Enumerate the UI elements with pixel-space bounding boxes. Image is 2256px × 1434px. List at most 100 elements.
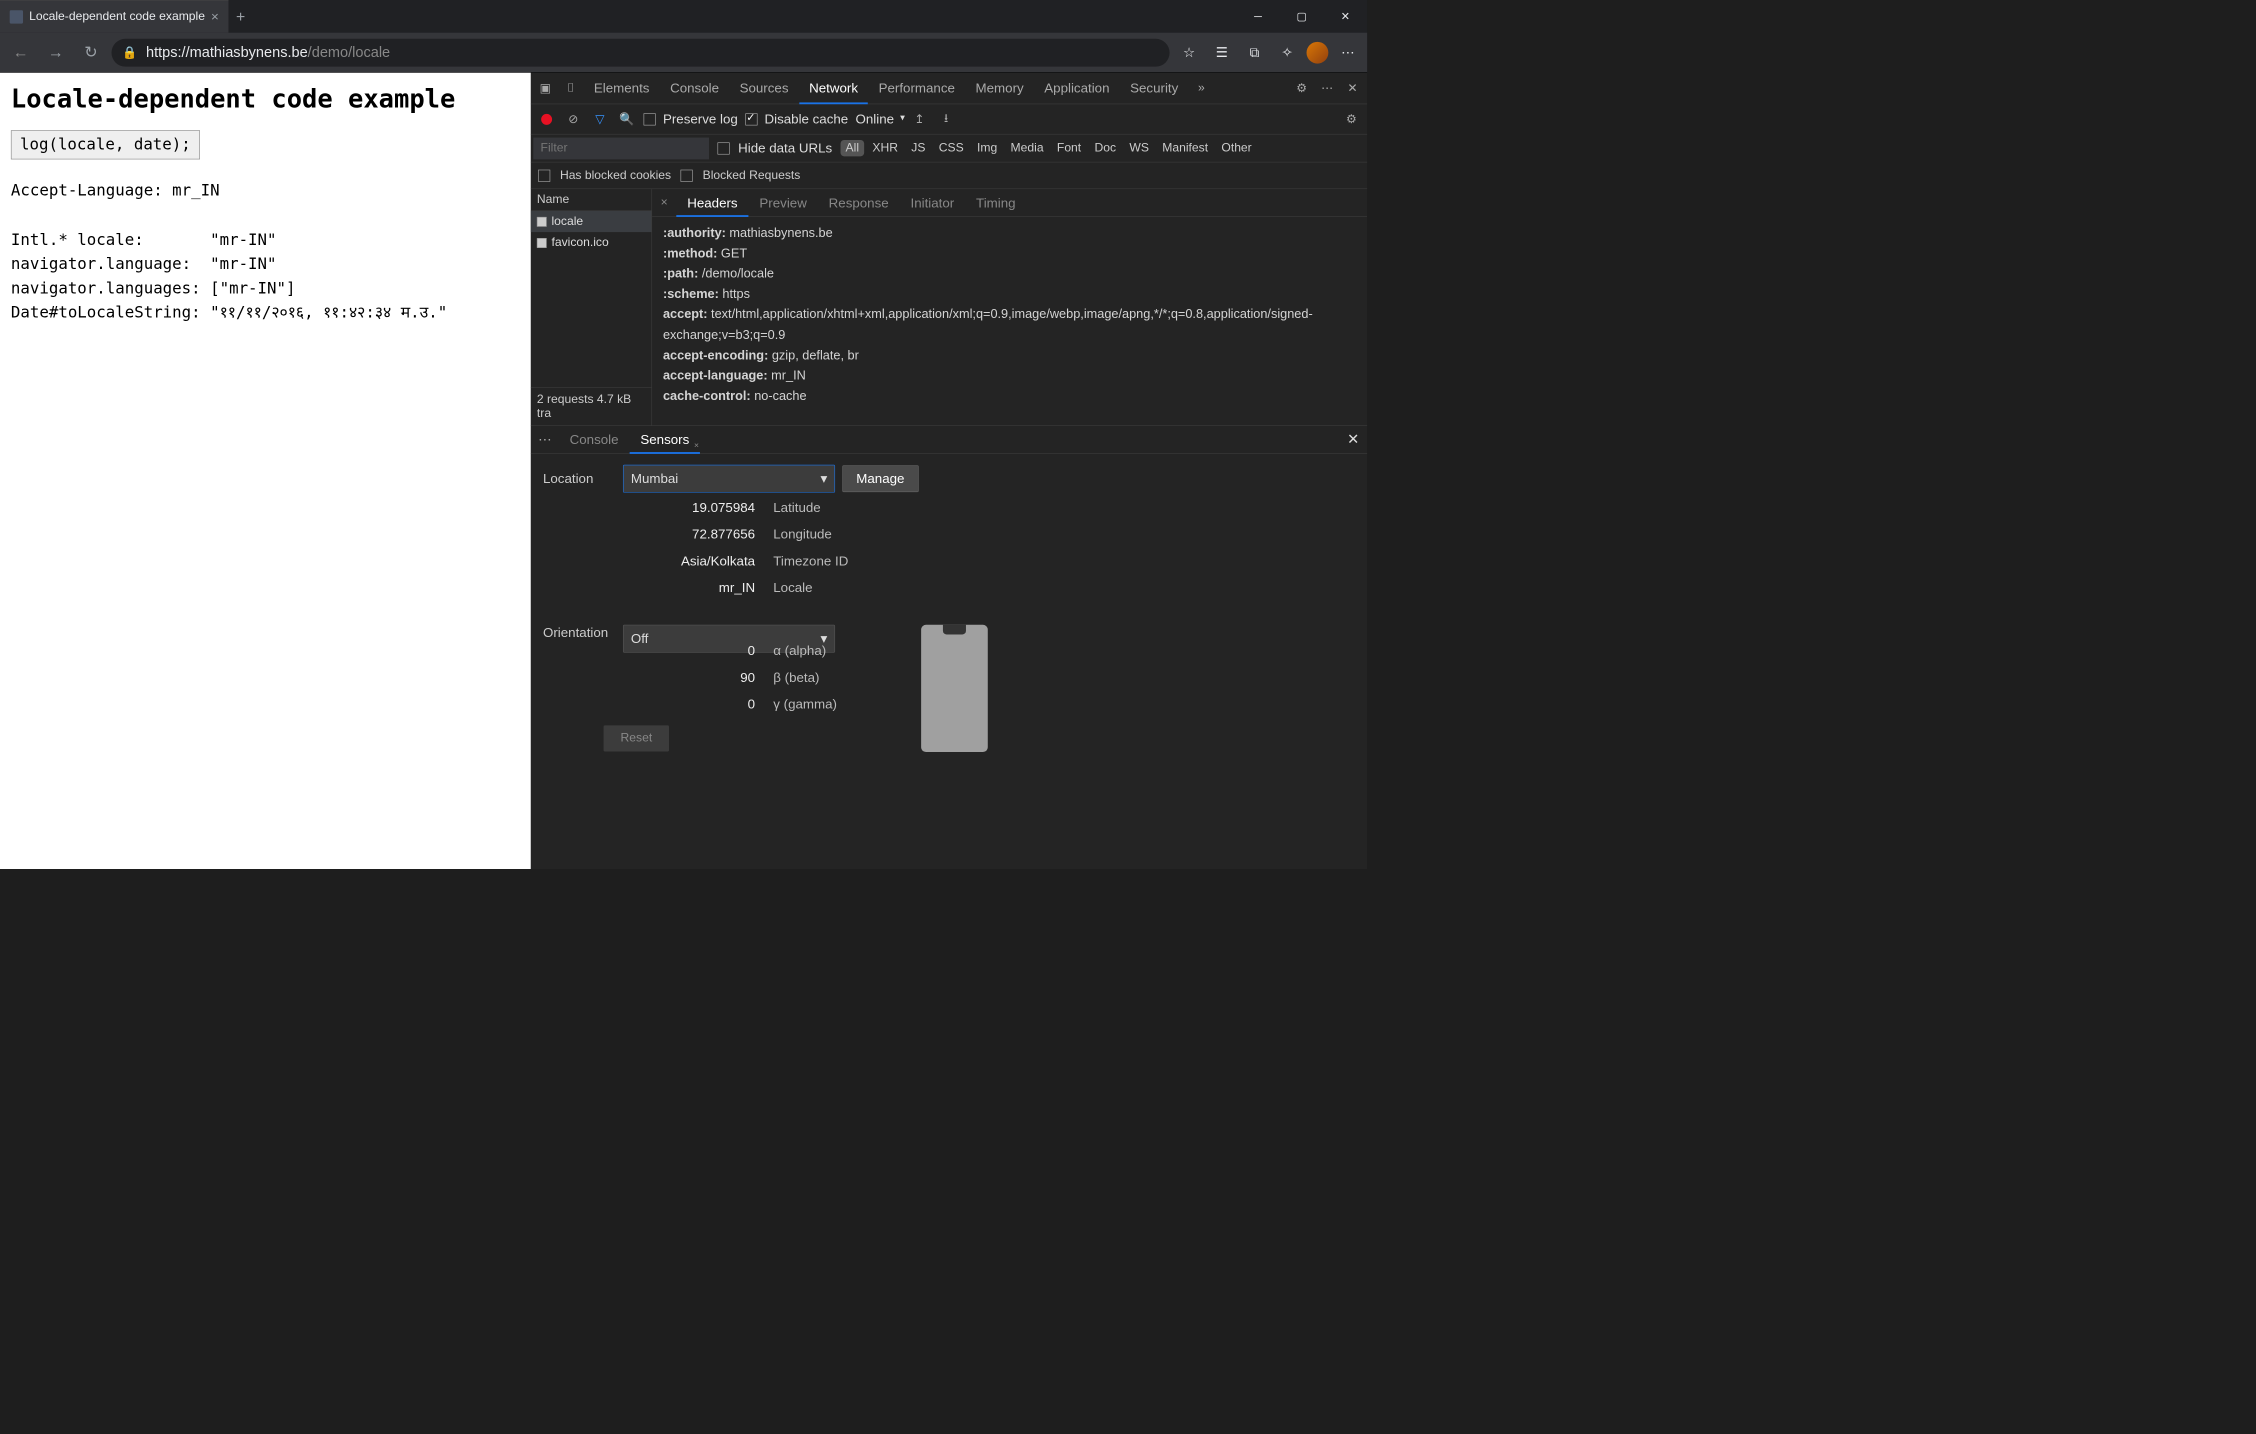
drawer: ⋯ ConsoleSensors× ✕ Location Mumbai▾ Man…	[531, 425, 1367, 869]
detail-tab-initiator[interactable]: Initiator	[900, 189, 966, 217]
favicon-icon	[10, 10, 23, 23]
avatar[interactable]	[1307, 42, 1329, 64]
close-detail-icon[interactable]: ×	[652, 196, 676, 210]
disable-cache-label: Disable cache	[764, 111, 848, 127]
disable-cache-checkbox[interactable]	[745, 113, 757, 125]
close-tab-icon[interactable]: ×	[211, 9, 219, 25]
type-filter-font[interactable]: Font	[1052, 140, 1086, 156]
request-item[interactable]: locale	[531, 211, 652, 232]
download-icon[interactable]: ⭳	[936, 109, 955, 128]
more-tabs-icon[interactable]: »	[1189, 76, 1213, 100]
orient-label: α (alpha)	[773, 643, 858, 659]
menu-icon[interactable]: ⋯	[1334, 39, 1361, 66]
filter-input[interactable]	[533, 137, 709, 159]
type-filter-css[interactable]: CSS	[934, 140, 969, 156]
type-filter-media[interactable]: Media	[1006, 140, 1049, 156]
devtools-tab-network[interactable]: Network	[799, 72, 867, 104]
browser-tab[interactable]: Locale-dependent code example ×	[0, 0, 229, 33]
new-tab-button[interactable]: +	[229, 7, 253, 26]
type-filter-ws[interactable]: WS	[1125, 140, 1154, 156]
filter-icon[interactable]: ▽	[590, 109, 609, 128]
titlebar: Locale-dependent code example × + ─ ▢ ✕	[0, 0, 1367, 33]
sensor-value: 72.877656	[652, 527, 773, 543]
type-filter-manifest[interactable]: Manifest	[1157, 140, 1213, 156]
clear-icon[interactable]: ⊘	[564, 109, 583, 128]
blocked-requests-checkbox[interactable]	[681, 169, 693, 181]
orientation-label: Orientation	[543, 625, 616, 641]
throttling-select[interactable]: Online	[855, 111, 902, 127]
blocked-cookies-label: Has blocked cookies	[560, 168, 671, 182]
device-icon[interactable]: ⌷	[559, 76, 583, 100]
detail-tab-headers[interactable]: Headers	[676, 189, 748, 217]
devtools-tab-console[interactable]: Console	[660, 72, 728, 104]
devtools-tab-memory[interactable]: Memory	[966, 72, 1034, 104]
url-field[interactable]: 🔒 https://mathiasbynens.be/demo/locale	[112, 38, 1170, 66]
address-bar: ← → ↻ 🔒 https://mathiasbynens.be/demo/lo…	[0, 33, 1367, 73]
type-filter-other[interactable]: Other	[1217, 140, 1257, 156]
record-icon[interactable]	[537, 109, 556, 128]
filter-bar: Hide data URLs AllXHRJSCSSImgMediaFontDo…	[531, 135, 1367, 163]
search-icon[interactable]: 🔍	[617, 109, 636, 128]
devtools-tab-elements[interactable]: Elements	[584, 72, 659, 104]
sensor-label: Latitude	[773, 500, 894, 516]
preserve-log-label: Preserve log	[663, 111, 738, 127]
headers-body: :authority: mathiasbynens.be:method: GET…	[652, 217, 1367, 425]
lock-icon: 🔒	[122, 45, 137, 60]
sensor-value: Asia/Kolkata	[652, 553, 773, 569]
collections-icon[interactable]: ⧉	[1241, 39, 1268, 66]
sensor-label: Timezone ID	[773, 553, 894, 569]
location-select[interactable]: Mumbai▾	[623, 465, 835, 493]
maximize-icon[interactable]: ▢	[1280, 0, 1324, 33]
location-label: Location	[543, 471, 616, 487]
sensor-label: Longitude	[773, 527, 894, 543]
detail-tab-preview[interactable]: Preview	[749, 189, 818, 217]
close-drawer-icon[interactable]: ✕	[1339, 431, 1367, 449]
reset-button[interactable]: Reset	[604, 725, 670, 751]
back-icon[interactable]: ←	[6, 38, 35, 67]
drawer-menu-icon[interactable]: ⋯	[531, 432, 559, 448]
extensions-icon[interactable]: ✧	[1274, 39, 1301, 66]
type-filter-img[interactable]: Img	[972, 140, 1002, 156]
devtools-tab-sources[interactable]: Sources	[730, 72, 798, 104]
drawer-tab-console[interactable]: Console	[559, 426, 630, 454]
close-window-icon[interactable]: ✕	[1324, 0, 1368, 33]
orient-value: 0	[652, 696, 773, 712]
detail-tab-response[interactable]: Response	[818, 189, 900, 217]
log-button[interactable]: log(locale, date);	[11, 130, 200, 159]
kebab-icon[interactable]: ⋯	[1315, 76, 1339, 100]
request-list: Name localefavicon.ico 2 requests 4.7 kB…	[531, 189, 652, 425]
type-filter-all[interactable]: All	[841, 140, 864, 156]
devtools-tab-security[interactable]: Security	[1120, 72, 1188, 104]
orient-label: γ (gamma)	[773, 696, 858, 712]
page-heading: Locale-dependent code example	[11, 84, 520, 114]
hide-data-urls-label: Hide data URLs	[738, 140, 832, 156]
network-settings-icon[interactable]: ⚙	[1342, 109, 1361, 128]
manage-button[interactable]: Manage	[842, 465, 918, 492]
type-filter-js[interactable]: JS	[906, 140, 930, 156]
inspect-icon[interactable]: ▣	[533, 76, 557, 100]
page-content: Locale-dependent code example log(locale…	[0, 73, 531, 869]
devtools-tab-performance[interactable]: Performance	[869, 72, 965, 104]
sensor-label: Locale	[773, 580, 894, 596]
blocked-cookies-checkbox[interactable]	[538, 169, 550, 181]
minimize-icon[interactable]: ─	[1236, 0, 1280, 33]
detail-tab-timing[interactable]: Timing	[965, 189, 1026, 217]
close-devtools-icon[interactable]: ✕	[1340, 76, 1364, 100]
refresh-icon[interactable]: ↻	[76, 38, 105, 67]
tab-title: Locale-dependent code example	[29, 10, 205, 24]
request-item[interactable]: favicon.ico	[531, 232, 652, 253]
hide-data-urls-checkbox[interactable]	[718, 142, 730, 154]
devtools-tab-application[interactable]: Application	[1035, 72, 1120, 104]
drawer-tab-sensors[interactable]: Sensors×	[629, 426, 700, 454]
type-filter-xhr[interactable]: XHR	[868, 140, 903, 156]
forward-icon[interactable]: →	[41, 38, 70, 67]
upload-icon[interactable]: ↥	[910, 109, 929, 128]
favorite-icon[interactable]: ☆	[1176, 39, 1203, 66]
settings-icon[interactable]: ⚙	[1290, 76, 1314, 100]
phone-preview	[921, 625, 988, 752]
request-list-header: Name	[531, 189, 652, 211]
sensor-value: 19.075984	[652, 500, 773, 516]
favorites-list-icon[interactable]: ☰	[1208, 39, 1235, 66]
preserve-log-checkbox[interactable]	[644, 113, 656, 125]
type-filter-doc[interactable]: Doc	[1090, 140, 1121, 156]
